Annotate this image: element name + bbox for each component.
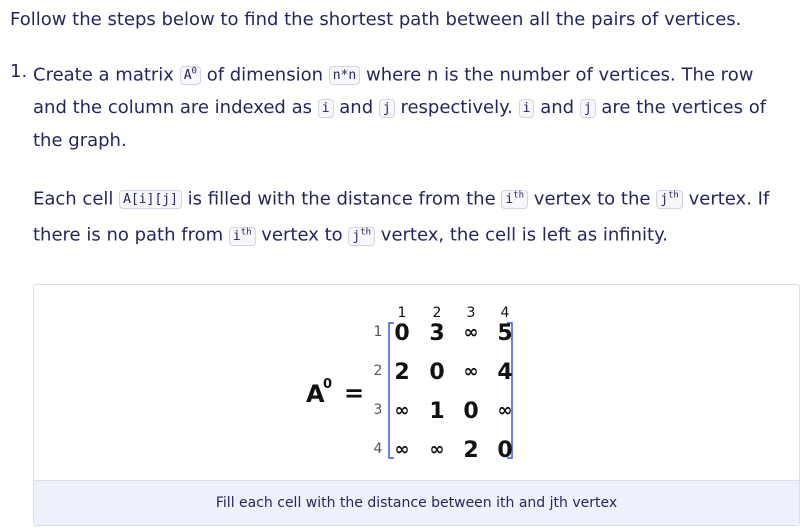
matrix-cell: 4 <box>497 360 512 385</box>
cell-description: Each cell A[i][j] is filled with the dis… <box>33 180 793 253</box>
column-header: 4 <box>501 305 510 321</box>
dimension-code: n*n <box>328 66 361 86</box>
text-segment: vertex to <box>261 224 343 246</box>
matrix-cell: 2 <box>394 360 409 385</box>
matrix-cell: 0 <box>429 360 444 385</box>
matrix-code: A0 <box>179 66 201 86</box>
intro-text: Follow the steps below to find the short… <box>10 9 742 30</box>
text-segment: respectively. <box>400 97 513 119</box>
i-code: i <box>518 99 535 119</box>
matrix-diagram: A 0 = 1 2 3 412340 3 ∞ 52 0 ∞ 4∞ 1 0 ∞∞ ∞ 2 0 <box>306 305 513 463</box>
matrix-cell: ∞ <box>430 439 445 460</box>
left-bracket <box>388 322 394 459</box>
column-header: 2 <box>433 305 442 321</box>
text-segment: of dimension <box>206 64 324 86</box>
equals-sign: = <box>344 379 364 407</box>
matrix-cell: 3 <box>429 321 444 346</box>
text-segment: Each cell <box>33 188 114 210</box>
column-header: 1 <box>398 305 407 321</box>
code-sup: th <box>240 227 252 238</box>
step-1: 1. Create a matrix A0 of dimension n*n w… <box>10 56 790 157</box>
figure-caption: Fill each cell with the distance between… <box>34 480 799 525</box>
i-code: i <box>317 99 334 119</box>
matrix-cell: 0 <box>394 321 409 346</box>
matrix-code-sup: 0 <box>191 67 197 77</box>
jth-code: jth <box>348 226 376 246</box>
ith-code: ith <box>228 226 256 246</box>
code-sup: th <box>360 227 372 238</box>
matrix-cell: 2 <box>463 438 478 463</box>
code-letter: j <box>660 192 669 208</box>
row-header: 2 <box>374 363 383 379</box>
code-letter: i <box>232 228 241 244</box>
text-segment: is filled with the distance from the <box>187 188 496 210</box>
text-segment: Create a matrix <box>33 64 174 86</box>
matrix-cell: ∞ <box>498 400 513 421</box>
matrix-code-name: A <box>183 68 192 84</box>
step-1-text: Create a matrix A0 of dimension n*n wher… <box>33 56 790 157</box>
matrix-cell: 1 <box>429 399 444 424</box>
matrix-cell: ∞ <box>395 400 410 421</box>
matrix-label-sup: 0 <box>323 377 332 392</box>
matrix-cell: 0 <box>463 399 478 424</box>
matrix-cell: 5 <box>497 321 512 346</box>
column-header: 3 <box>467 305 476 321</box>
text-segment: vertex, the cell is left as infinity. <box>380 224 668 246</box>
matrix-cells: 1 2 3 412340 3 ∞ 52 0 ∞ 4∞ 1 0 ∞∞ ∞ 2 0 <box>374 305 513 463</box>
code-sup: th <box>668 191 679 201</box>
row-header: 4 <box>374 441 383 457</box>
code-sup: th <box>513 191 525 201</box>
row-header: 1 <box>374 324 383 340</box>
jth-code: jth <box>656 190 683 210</box>
j-code: j <box>378 99 395 119</box>
text-segment: and <box>540 97 575 119</box>
ith-code: ith <box>501 190 529 210</box>
j-code: j <box>579 99 596 119</box>
row-header: 3 <box>374 402 383 418</box>
matrix-cell: ∞ <box>395 439 410 460</box>
matrix-cell: ∞ <box>464 322 479 343</box>
step-number: 1. <box>10 61 28 82</box>
matrix-cell: 0 <box>497 438 512 463</box>
text-segment: and <box>339 97 374 119</box>
cell-code: A[i][j] <box>119 190 182 210</box>
matrix-cell: ∞ <box>464 361 479 382</box>
text-segment: vertex to the <box>533 188 651 210</box>
matrix-figure: A 0 = 1 2 3 4 1 2 3 4 0 3 ∞ 5 2 0 ∞ 4 ∞ 1 0 ∞ ∞ ∞ 2 0 Fill each… <box>33 284 800 526</box>
